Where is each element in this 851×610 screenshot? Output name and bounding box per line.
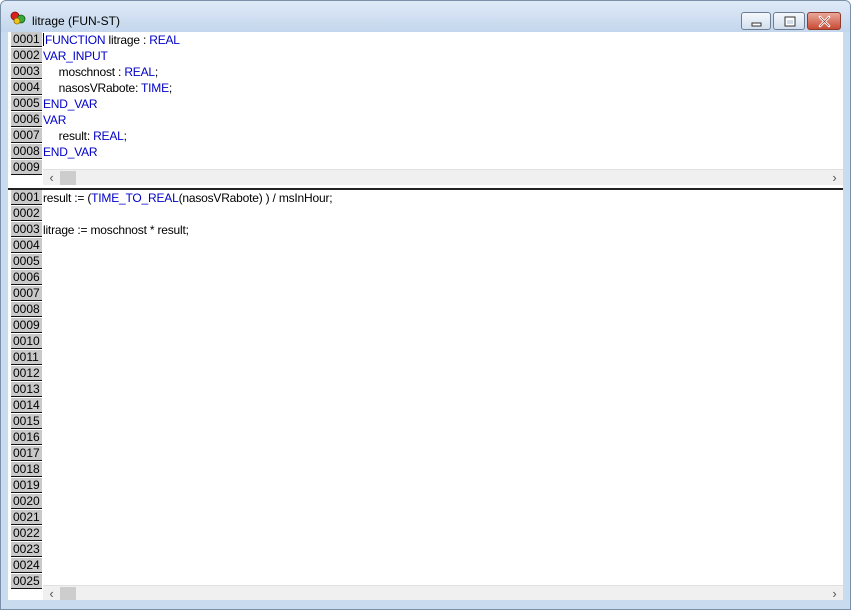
- code-token: result:: [43, 129, 94, 143]
- declaration-code[interactable]: FUNCTION litrage : REAL VAR_INPUT moschno…: [43, 32, 843, 185]
- line-number: 0013: [11, 382, 42, 397]
- keyword-token: REAL: [124, 65, 155, 79]
- line-number: 0022: [11, 526, 42, 541]
- line-number: 0009: [11, 318, 42, 333]
- code-line[interactable]: END_VAR: [43, 144, 843, 160]
- code-token: ;: [154, 65, 159, 79]
- text-cursor: [43, 33, 44, 46]
- body-horizontal-scrollbar[interactable]: ‹ ›: [43, 585, 843, 600]
- code-line[interactable]: [43, 206, 843, 222]
- scroll-left-arrow-icon[interactable]: ‹: [43, 170, 60, 185]
- line-number: 0024: [11, 558, 42, 573]
- line-number: 0006: [11, 270, 42, 285]
- declaration-horizontal-scrollbar[interactable]: ‹ ›: [43, 169, 843, 185]
- scroll-thumb[interactable]: [60, 171, 76, 185]
- line-number: 0001: [11, 190, 42, 205]
- maximize-button[interactable]: [773, 12, 805, 30]
- line-number: 0005: [11, 96, 42, 111]
- line-number: 0008: [11, 302, 42, 317]
- pou-icon: [10, 11, 26, 25]
- declaration-line-numbers: 0001 0002 0003 0004 0005 0006 0007 0008 0009: [11, 32, 42, 185]
- line-number: 0003: [11, 222, 42, 237]
- code-token: nasosVRabote:: [43, 81, 142, 95]
- keyword-token: REAL: [149, 33, 180, 47]
- line-number: 0010: [11, 334, 42, 349]
- code-token: moschnost :: [43, 65, 125, 79]
- editor-window: litrage (FUN-ST) 0001 0002 0003 0004 0005 000…: [0, 0, 851, 610]
- line-number: 0005: [11, 254, 42, 269]
- code-token: result := (: [43, 191, 92, 205]
- code-line[interactable]: moschnost : REAL;: [43, 64, 843, 80]
- keyword-token: TIME: [141, 81, 169, 95]
- code-line[interactable]: litrage := moschnost * result;: [43, 222, 843, 238]
- line-number: 0019: [11, 478, 42, 493]
- line-number: 0004: [11, 238, 42, 253]
- line-number: 0004: [11, 80, 42, 95]
- editor-client: 0001 0002 0003 0004 0005 0006 0007 0008 0009 FUN…: [8, 32, 843, 600]
- code-line[interactable]: result := (TIME_TO_REAL(nasosVRabote) ) …: [43, 190, 843, 206]
- title-bar[interactable]: litrage (FUN-ST): [1, 1, 850, 32]
- code-line[interactable]: END_VAR: [43, 96, 843, 112]
- scroll-right-arrow-icon[interactable]: ›: [826, 170, 843, 185]
- declaration-pane[interactable]: 0001 0002 0003 0004 0005 0006 0007 0008 0009 FUN…: [8, 32, 843, 185]
- minimize-icon: [751, 22, 762, 27]
- scroll-right-arrow-icon[interactable]: ›: [826, 586, 843, 600]
- window-title: litrage (FUN-ST): [32, 14, 121, 28]
- line-number: 0011: [11, 350, 42, 365]
- keyword-token: END_VAR: [43, 97, 98, 111]
- scroll-left-arrow-icon[interactable]: ‹: [43, 586, 60, 600]
- body-code[interactable]: result := (TIME_TO_REAL(nasosVRabote) ) …: [43, 190, 843, 600]
- code-token: litrage :: [105, 33, 150, 47]
- line-number: 0001: [11, 32, 42, 47]
- line-number: 0016: [11, 430, 42, 445]
- line-number: 0002: [11, 48, 42, 63]
- code-token: (nasosVRabote) ) / msInHour;: [178, 191, 333, 205]
- keyword-token: VAR_INPUT: [43, 49, 108, 63]
- keyword-token: REAL: [93, 129, 124, 143]
- code-line[interactable]: VAR_INPUT: [43, 48, 843, 64]
- line-number: 0017: [11, 446, 42, 461]
- code-token: litrage := moschnost * result;: [43, 223, 189, 237]
- code-line[interactable]: VAR: [43, 112, 843, 128]
- keyword-token: END_VAR: [43, 145, 98, 159]
- scroll-thumb[interactable]: [60, 587, 76, 600]
- line-number: 0025: [11, 574, 42, 589]
- keyword-token: VAR: [43, 113, 67, 127]
- code-line[interactable]: nasosVRabote: TIME;: [43, 80, 843, 96]
- line-number: 0007: [11, 286, 42, 301]
- line-number: 0012: [11, 366, 42, 381]
- close-icon: [818, 15, 831, 28]
- body-pane[interactable]: 0001 0002 0003 0004 0005 0006 0007 0008 0009 0010…: [8, 190, 843, 600]
- keyword-token: TIME_TO_REAL: [91, 191, 179, 205]
- line-number: 0023: [11, 542, 42, 557]
- maximize-icon: [784, 16, 796, 27]
- code-token: ;: [123, 129, 127, 143]
- line-number: 0007: [11, 128, 42, 143]
- line-number: 0009: [11, 160, 42, 175]
- line-number: 0014: [11, 398, 42, 413]
- body-line-numbers: 0001 0002 0003 0004 0005 0006 0007 0008 0009 0010…: [11, 190, 42, 600]
- line-number: 0018: [11, 462, 42, 477]
- line-number: 0020: [11, 494, 42, 509]
- close-button[interactable]: [807, 12, 841, 30]
- code-line[interactable]: FUNCTION litrage : REAL: [43, 32, 843, 48]
- line-number: 0015: [11, 414, 42, 429]
- line-number: 0006: [11, 112, 42, 127]
- code-token: ;: [168, 81, 173, 95]
- line-number: 0008: [11, 144, 42, 159]
- keyword-token: FUNCTION: [45, 33, 106, 47]
- minimize-button[interactable]: [741, 12, 771, 30]
- line-number: 0002: [11, 206, 42, 221]
- line-number: 0003: [11, 64, 42, 79]
- code-line[interactable]: result: REAL;: [43, 128, 843, 144]
- line-number: 0021: [11, 510, 42, 525]
